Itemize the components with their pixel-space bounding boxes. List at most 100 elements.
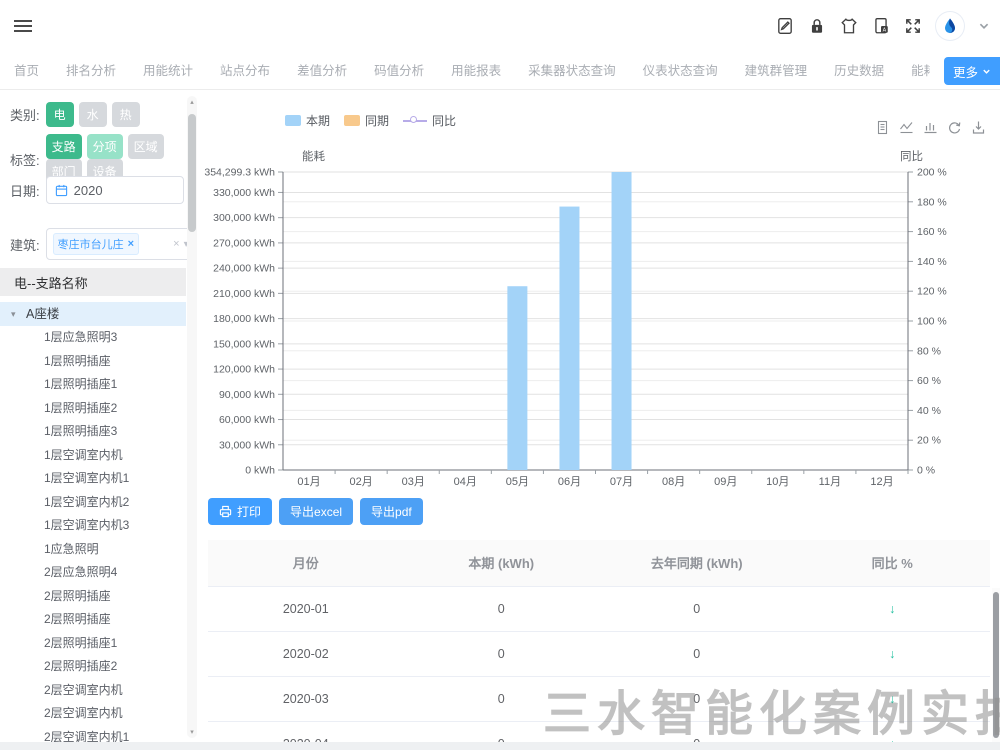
tree-root-label: A座楼 [26,307,59,321]
table-scroll-thumb[interactable] [993,592,999,738]
tree-item[interactable]: 2层空调室内机 [0,679,186,703]
tab-用能报表[interactable]: 用能报表 [451,52,501,89]
fullscreen-icon[interactable] [904,17,922,35]
table-scrollbar[interactable] [992,588,1000,742]
date-input[interactable]: 2020 [46,176,184,204]
table-row: 2020-0400↓ [208,721,990,742]
export-pdf-button[interactable]: 导出pdf [360,498,423,525]
filter-option-支路[interactable]: 支路 [46,134,82,159]
sidebar-scrollbar[interactable]: ▴ ▾ [187,96,197,738]
calendar-icon [55,184,68,197]
chevron-down-icon[interactable] [978,20,990,32]
tab-label: 首页 [14,60,39,79]
tab-用能统计[interactable]: 用能统计 [143,52,193,89]
filter-option-电[interactable]: 电 [46,102,74,127]
tree-item[interactable]: 2层空调室内机 [0,702,186,726]
note-icon[interactable] [776,17,794,35]
tree-item[interactable]: 1层空调室内机2 [0,491,186,515]
filter-option-分项[interactable]: 分项 [87,134,123,159]
tab-采集器状态查询[interactable]: 采集器状态查询 [528,52,616,89]
export-excel-button[interactable]: 导出excel [279,498,353,525]
tree-item[interactable]: 2层空调室内机1 [0,726,186,743]
tab-建筑群管理[interactable]: 建筑群管理 [745,52,808,89]
svg-text:120,000 kWh: 120,000 kWh [213,364,275,376]
tree-item[interactable]: 2层照明插座2 [0,655,186,679]
table-cell: 0 [599,631,795,676]
filter-option-区域[interactable]: 区域 [128,134,164,159]
mobile-card-icon[interactable]: A [872,17,890,35]
select-clear-icon[interactable]: × [173,238,179,250]
date-label: 日期: [10,181,40,200]
tree-item[interactable]: 2层照明插座1 [0,632,186,656]
tab-排名分析[interactable]: 排名分析 [66,52,116,89]
tree-item[interactable]: 1层空调室内机1 [0,467,186,491]
tab-label: 能耗公示 [911,60,930,79]
tag-label: 标签: [10,150,40,169]
tab-label: 仪表状态查询 [643,60,718,79]
more-button[interactable]: 更多 [944,57,1000,85]
tree-item[interactable]: 1层照明插座3 [0,420,186,444]
water-drop-logo[interactable] [936,12,964,40]
column-header-本期 (kWh): 本期 (kWh) [404,540,600,586]
more-button-label: 更多 [953,62,978,81]
tab-strip: 首页 排名分析 用能统计站点分布 差值分析 码值分析用能报表采集器状态查询 仪表状态查询 建… [14,52,930,89]
tab-差值分析[interactable]: 差值分析 [297,52,347,89]
tree-item[interactable]: 1层照明插座 [0,350,186,374]
tag-close-icon[interactable]: × [128,238,134,250]
trend-down-arrow: ↓ [795,721,991,742]
svg-text:200 %: 200 % [917,167,947,179]
category-filter-row: 类别: 电水热 [10,102,145,127]
main-panel: 本期同期同比 [200,90,1000,742]
tree-item[interactable]: 2层照明插座 [0,608,186,632]
table-cell: 0 [404,721,600,742]
table-cell: 2020-01 [208,586,404,631]
tab-站点分布[interactable]: 站点分布 [220,52,270,89]
tab-码值分析[interactable]: 码值分析 [374,52,424,89]
chart-block: 本期同期同比 [200,90,1000,494]
svg-text:10月: 10月 [766,476,789,488]
tab-首页[interactable]: 首页 [14,52,39,89]
tree-item[interactable]: 1层空调室内机3 [0,514,186,538]
tree-expand-icon[interactable]: ▾ [11,302,16,326]
tab-仪表状态查询[interactable]: 仪表状态查询 [643,52,718,89]
tree-item[interactable]: 1层照明插座2 [0,397,186,421]
branch-tree: ▾A座楼1层应急照明31层照明插座1层照明插座11层照明插座21层照明插座31层… [0,302,186,742]
tab-历史数据[interactable]: 历史数据 [834,52,884,89]
lock-icon[interactable] [808,17,826,35]
svg-text:02月: 02月 [350,476,373,488]
tab-label: 排名分析 [66,60,116,79]
tab-能耗公示[interactable]: 能耗公示 [911,52,930,89]
scroll-thumb[interactable] [188,114,196,232]
svg-text:09月: 09月 [714,476,737,488]
chevron-down-icon [982,67,991,76]
tree-item[interactable]: 1层空调室内机 [0,444,186,468]
scroll-up-icon[interactable]: ▴ [187,98,197,106]
filter-option-热[interactable]: 热 [112,102,140,127]
tree-item[interactable]: 1层应急照明3 [0,326,186,350]
tree-node-root[interactable]: ▾ A座楼 [0,302,186,326]
table-cell: 0 [404,676,600,721]
print-button[interactable]: 打印 [208,498,272,525]
svg-text:354,299.3 kWh: 354,299.3 kWh [204,167,275,179]
date-value: 2020 [74,183,103,198]
tab-bar: 首页 排名分析 用能统计站点分布 差值分析 码值分析用能报表采集器状态查询 仪表状态查询 建… [0,52,1000,90]
tree-item[interactable]: 1层照明插座1 [0,373,186,397]
bar-07月 [612,172,632,470]
building-select[interactable]: 枣庄市台儿庄 × × ▾ [46,228,196,260]
tree-item[interactable]: 1应急照明 [0,538,186,562]
filter-option-水[interactable]: 水 [79,102,107,127]
svg-text:06月: 06月 [558,476,581,488]
table-cell: 2020-03 [208,676,404,721]
hamburger-icon[interactable] [14,17,32,33]
svg-text:04月: 04月 [454,476,477,488]
theme-shirt-icon[interactable] [840,17,858,35]
tree-list-header: 电--支路名称 [0,268,186,296]
trend-down-arrow: ↓ [795,676,991,721]
tree-item[interactable]: 2层照明插座 [0,585,186,609]
table-cell: 2020-04 [208,721,404,742]
tree-item[interactable]: 2层应急照明4 [0,561,186,585]
scroll-down-icon[interactable]: ▾ [187,728,197,736]
table-cell: 0 [599,721,795,742]
svg-text:140 %: 140 % [917,256,947,268]
tab-label: 差值分析 [297,60,347,79]
